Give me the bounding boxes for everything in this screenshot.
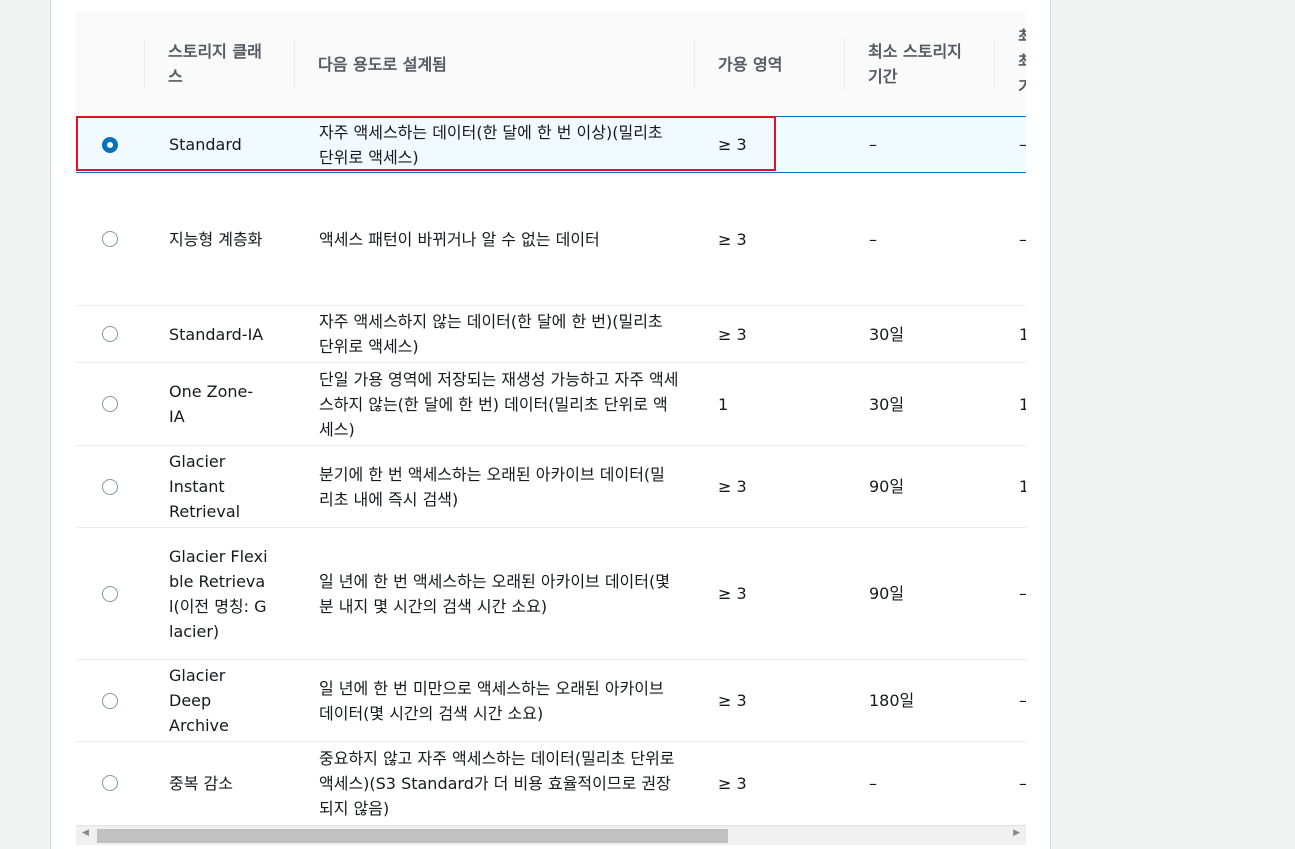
radio-button[interactable] [102,326,118,342]
availability-zones-value: ≥ 3 [718,774,747,793]
designed-for-text: 일 년에 한 번 액세스하는 오래된 아카이브 데이터(몇 분 내지 몇 시간의… [319,571,670,616]
availability-zones-value: ≥ 3 [718,584,747,603]
horizontal-scrollbar[interactable]: ◀ ▶ [76,825,1026,845]
storage-class-name: 지능형 계층화 [169,229,263,249]
storage-class-name: Standard [169,135,242,154]
min-duration-value: 180일 [869,691,915,710]
header-min-storage-duration-label: 최소 스토리지 기간 [868,42,962,86]
next-column-value: 1 [1019,324,1026,344]
min-duration-value: 90일 [869,584,905,603]
radio-button[interactable] [102,775,118,791]
header-availability-zones-label: 가용 영역 [718,54,783,74]
storage-class-name: 중복 감소 [169,774,233,793]
table-row-reduced-redundancy[interactable]: 중복 감소 중요하지 않고 자주 액세스하는 데이터(밀리초 단위로 액세스)(… [76,742,1026,825]
min-duration-value: – [869,774,877,793]
scroll-right-icon[interactable]: ▶ [1013,828,1020,838]
availability-zones-value: 1 [718,394,729,414]
table-row-glacier-instant-retrieval[interactable]: Glacier Instant Retrieval 분기에 한 번 액세스하는 … [76,446,1026,528]
designed-for-text: 분기에 한 번 액세스하는 오래된 아카이브 데이터(밀리초 내에 즉시 검색) [319,464,665,509]
next-column-value: – [1019,528,1026,659]
availability-zones-value: ≥ 3 [718,324,747,344]
header-designed-for-label: 다음 용도로 설계됨 [318,54,447,74]
header-storage-class: 스토리지 클래스 [144,12,294,116]
radio-button[interactable] [102,586,118,602]
table-row-standard[interactable]: Standard 자주 액세스하는 데이터(한 달에 한 번 이상)(밀리초 단… [76,116,1026,173]
next-column-value: – [1019,173,1026,305]
next-column-value: 1 [1019,477,1026,496]
availability-zones-value: ≥ 3 [718,477,747,496]
scrollbar-thumb[interactable] [97,829,728,843]
next-column-value: 1 [1019,394,1026,414]
availability-zones-value: ≥ 3 [718,135,747,154]
min-duration-value: – [869,135,877,154]
header-next-column-label: 최 최 기 [1018,27,1026,96]
storage-class-name: Standard-IA [169,324,264,344]
designed-for-text: 자주 액세스하지 않는 데이터(한 달에 한 번)(밀리초 단위로 액세스) [319,312,663,356]
availability-zones-value: ≥ 3 [718,691,747,710]
next-column-value: – [1019,742,1026,825]
scroll-left-icon[interactable]: ◀ [82,828,89,838]
radio-button[interactable] [102,396,118,412]
header-designed-for: 다음 용도로 설계됨 [294,12,694,116]
table-row-intelligent-tiering[interactable]: 지능형 계층화 액세스 패턴이 바뀌거나 알 수 없는 데이터 ≥ 3 – – [76,173,1026,306]
table-row-glacier-flexible-retrieval[interactable]: Glacier Flexible Retrieval(이전 명칭: Glacie… [76,528,1026,660]
table-row-standard-ia[interactable]: Standard-IA 자주 액세스하지 않는 데이터(한 달에 한 번)(밀리… [76,306,1026,363]
designed-for-text: 단일 가용 영역에 저장되는 재생성 가능하고 자주 액세스하지 않는(한 달에… [319,369,679,439]
designed-for-text: 일 년에 한 번 미만으로 액세스하는 오래된 아카이브 데이터(몇 시간의 검… [319,678,664,723]
radio-button-selected[interactable] [102,137,118,153]
designed-for-text: 중요하지 않고 자주 액세스하는 데이터(밀리초 단위로 액세스)(S3 Sta… [319,749,675,818]
table-header: 스토리지 클래스 다음 용도로 설계됨 가용 영역 최소 스토리지 기간 최 최… [76,12,1026,117]
designed-for-text: 자주 액세스하는 데이터(한 달에 한 번 이상)(밀리초 단위로 액세스) [319,122,663,167]
min-duration-value: 30일 [869,394,905,414]
min-duration-value: – [869,229,877,249]
storage-class-name: One Zone-IA [169,382,254,426]
table-row-glacier-deep-archive[interactable]: Glacier Deep Archive 일 년에 한 번 미만으로 액세스하는… [76,660,1026,742]
table-row-one-zone-ia[interactable]: One Zone-IA 단일 가용 영역에 저장되는 재생성 가능하고 자주 액… [76,363,1026,446]
header-availability-zones: 가용 영역 [694,12,844,116]
storage-class-name: Glacier Deep Archive [169,666,229,735]
storage-class-name: Glacier Flexible Retrieval(이전 명칭: Glacie… [169,546,268,641]
header-next-column: 최 최 기 [994,12,1026,116]
radio-button[interactable] [102,693,118,709]
radio-button[interactable] [102,231,118,247]
min-duration-value: 90일 [869,477,905,496]
next-column-value: – [1019,117,1026,172]
header-min-storage-duration: 최소 스토리지 기간 [844,12,994,116]
header-select-column [76,12,144,116]
storage-class-table: 스토리지 클래스 다음 용도로 설계됨 가용 영역 최소 스토리지 기간 최 최… [76,12,1026,825]
header-storage-class-label: 스토리지 클래스 [168,42,262,86]
radio-button[interactable] [102,479,118,495]
min-duration-value: 30일 [869,324,905,344]
designed-for-text: 액세스 패턴이 바뀌거나 알 수 없는 데이터 [319,229,600,249]
storage-class-name: Glacier Instant Retrieval [169,452,241,521]
next-column-value: – [1019,660,1026,741]
availability-zones-value: ≥ 3 [718,229,747,249]
